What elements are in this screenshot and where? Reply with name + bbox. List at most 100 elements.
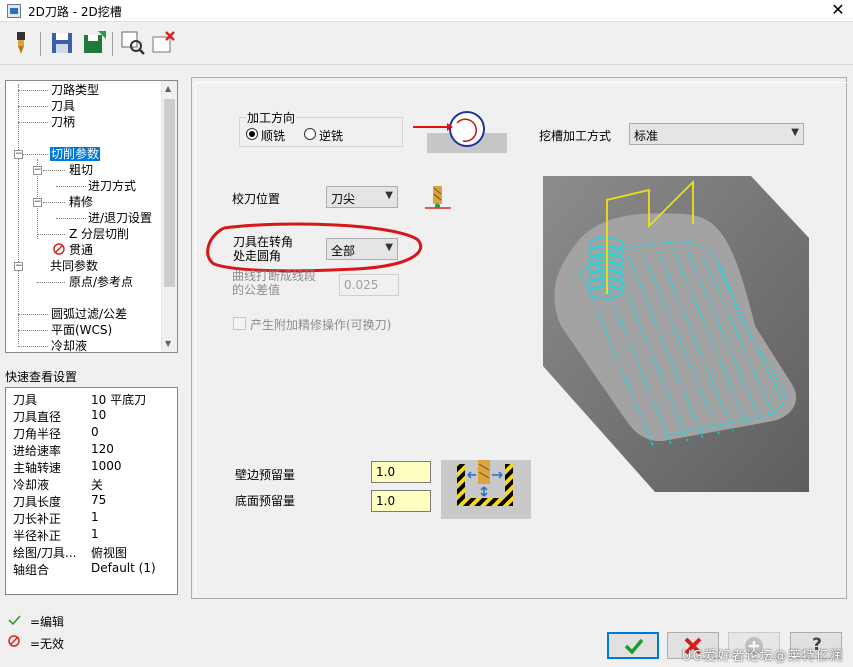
chevron-down-icon: ▼ [791,127,799,138]
quickview-value: 1000 [91,459,122,473]
tree-line [37,282,65,283]
tree-item-break-through[interactable]: 贯通 [69,243,93,257]
tree-item-depth-cuts[interactable]: Z 分层切削 [69,227,129,241]
window-title: 2D刀路 - 2D挖槽 [28,5,122,19]
tree-scrollbar[interactable]: ▲ ▼ [161,81,177,352]
quickview-value: 1 [91,510,99,524]
collapse-icon[interactable]: − [14,150,23,159]
quickview-key: 主轴转速 [13,461,62,475]
wall-stock-field[interactable]: 1.0 [371,461,431,483]
checkmark-icon [624,638,644,654]
toolbar-separator [112,32,113,56]
tree-line [18,90,48,91]
tree-line [18,106,48,107]
collapse-icon[interactable]: − [33,198,42,207]
tree-line [18,84,19,344]
quickview-value: Default (1) [91,561,156,575]
quickview-value: 75 [91,493,107,507]
quickview-value: 10 平底刀 [91,393,147,407]
extra-finish-label: 产生附加精修操作(可换刀) [250,318,392,332]
tree-line [37,234,65,235]
tree-line [18,346,48,347]
climb-label: 顺铣 [261,129,286,143]
quickview-key: 轴组合 [13,563,50,577]
preview-icon[interactable] [119,29,147,57]
parameter-tree[interactable]: 刀路类型 刀具 刀柄 − 切削参数 − 粗切 进刀方式 − 精修 进/退刀设置 … [5,80,178,353]
tree-line [43,170,65,171]
tree-item-holder[interactable]: 刀柄 [51,115,75,129]
tree-item-home-ref[interactable]: 原点/参考点 [69,275,133,289]
quickview-key: 刀长补正 [13,512,62,526]
quickview-title: 快速查看设置 [5,370,78,384]
quickview-key: 冷却液 [13,478,50,492]
scroll-up-icon[interactable]: ▲ [165,84,171,93]
tree-line [18,330,48,331]
tree-item-toolpath-type[interactable]: 刀路类型 [51,83,99,97]
extra-finish-checkbox[interactable] [233,317,246,330]
save-as-icon[interactable] [80,29,108,57]
wall-stock-label: 壁边预留量 [235,468,296,482]
direction-group-label: 加工方向 [246,109,297,126]
save-icon[interactable] [48,29,76,57]
quickview-table: 刀具 10 平底刀 刀具直径 10 刀角半径 0 进给速率 120 主轴转速 1… [5,387,178,595]
tool-tip-icon [425,186,451,209]
quickview-key: 绘图/刀具... [13,546,77,560]
tree-item-arc-filter[interactable]: 圆弧过滤/公差 [51,307,127,321]
scroll-thumb[interactable] [164,99,175,287]
slot-method-value: 标准 [634,129,659,143]
legend-invalid: =无效 [30,637,65,651]
quickview-value: 10 [91,408,107,422]
stock-allowance-illustration [441,460,531,519]
ok-button[interactable] [607,632,659,659]
tree-line [43,202,65,203]
quickview-value: 0 [91,425,99,439]
quickview-key: 刀具 [13,393,38,407]
climb-illustration [413,111,507,153]
chevron-down-icon: ▼ [385,190,393,201]
wall-stock-value: 1.0 [376,465,396,479]
floor-stock-value: 1.0 [376,494,396,508]
watermark: UG爱好者论坛@莱特亿润 [682,649,844,664]
quickview-key: 半径补正 [13,529,62,543]
tree-item-planes[interactable]: 平面(WCS) [51,323,112,337]
window-icon [7,4,21,18]
tree-line [56,218,86,219]
tip-position-label: 校刀位置 [232,192,281,206]
arc-tolerance-field[interactable]: 0.025 [339,274,399,296]
collapse-icon[interactable]: − [33,166,42,175]
scroll-down-icon[interactable]: ▼ [165,339,171,348]
quickview-value: 120 [91,442,114,456]
floor-stock-field[interactable]: 1.0 [371,490,431,512]
tree-item-tool[interactable]: 刀具 [51,99,75,113]
tree-item-finish[interactable]: 精修 [69,195,93,209]
climb-radio[interactable] [246,128,258,140]
toolbar [0,23,853,65]
invalid-icon [8,635,20,647]
red-annotation-ellipse [206,222,423,273]
floor-stock-label: 底面预留量 [235,494,296,508]
tip-position-select[interactable]: 刀尖 ▼ [326,186,398,208]
tree-item-entry-motion[interactable]: 进刀方式 [88,179,136,193]
tree-line [18,122,48,123]
disable-icon[interactable] [150,29,178,57]
legend-edit: =编辑 [30,615,65,629]
checkmark-icon [8,615,21,626]
tree-item-linking-params[interactable]: 共同参数 [50,259,98,273]
quickview-key: 刀具直径 [13,410,62,424]
collapse-icon[interactable]: − [14,262,23,271]
tree-item-lead-in-out[interactable]: 进/退刀设置 [88,211,152,225]
quickview-key: 进给速率 [13,444,62,458]
close-button[interactable]: ✕ [827,0,849,22]
conventional-radio[interactable] [304,128,316,140]
quickview-key: 刀具长度 [13,495,62,509]
tree-item-cut-params[interactable]: 切削参数 [50,147,101,161]
conventional-label: 逆铣 [319,129,344,143]
tree-item-coolant[interactable]: 冷却液 [51,339,87,352]
tree-line [18,314,48,315]
arc-tolerance-value: 0.025 [344,278,379,292]
arc-tolerance-label-line2: 的公差值 [232,283,281,297]
slot-method-select[interactable]: 标准 ▼ [629,123,804,145]
tool-icon[interactable] [7,29,35,57]
quickview-value: 1 [91,527,99,541]
tree-item-rough[interactable]: 粗切 [69,163,93,177]
